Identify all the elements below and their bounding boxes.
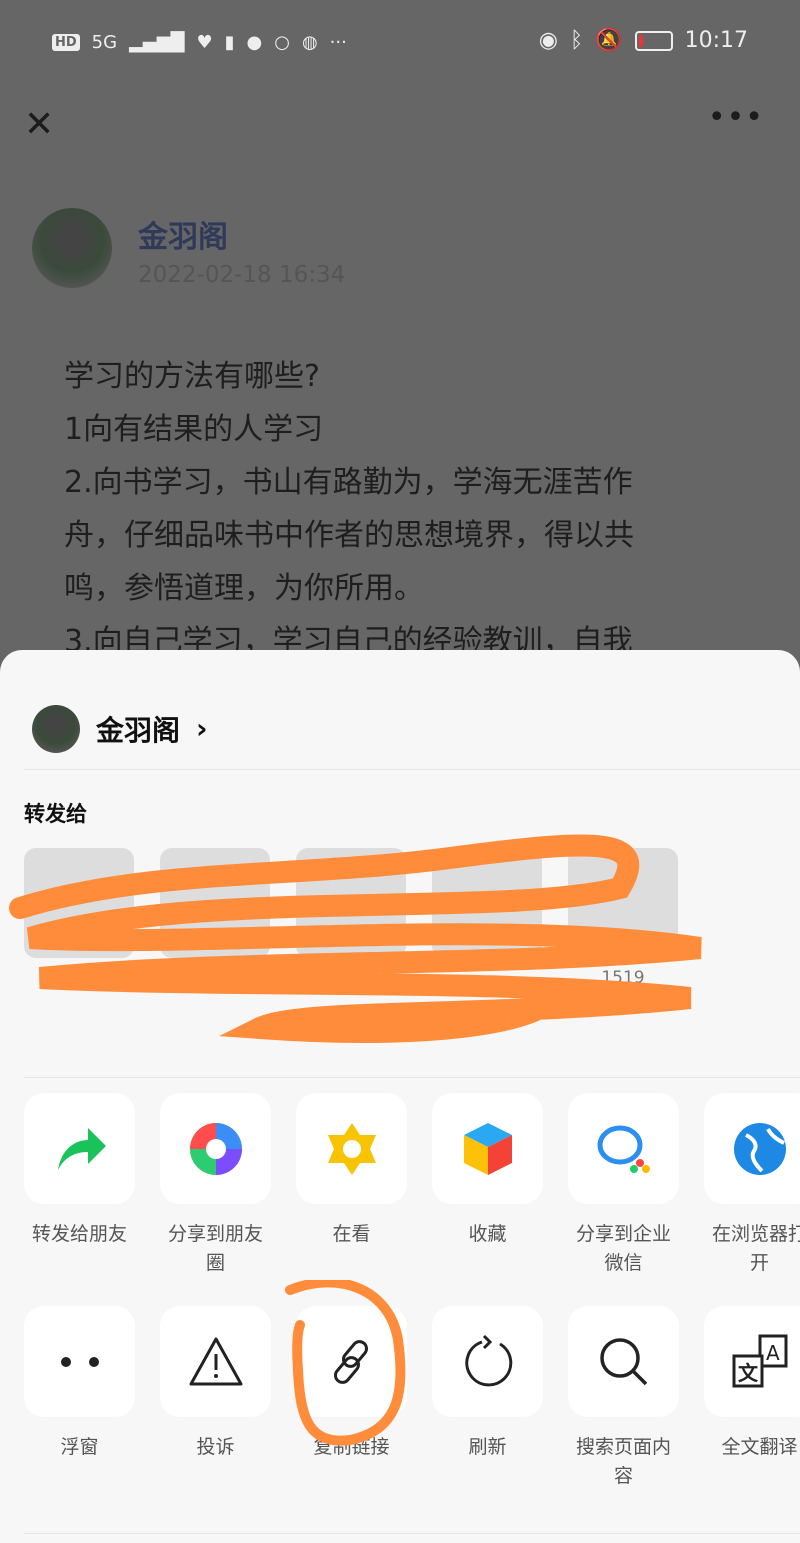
forward-arrow-icon: [24, 1093, 135, 1204]
wow-icon: [296, 1093, 407, 1204]
status-bar: HD 5G ▂▄▆█ ♥ ▮ ● ○ ◍ ··· ◉ ᛒ 🔕 10:17: [0, 28, 800, 64]
action-moments[interactable]: 分享到朋友圈: [160, 1093, 271, 1278]
more-notifications: ···: [329, 32, 347, 53]
svg-text:A: A: [766, 1341, 780, 1365]
article-body: 学习的方法有哪些? 1向有结果的人学习 2.向书学习，书山有路勤为，学海无涯苦作…: [64, 350, 744, 668]
refresh-icon: [432, 1306, 543, 1417]
article-line: 1向有结果的人学习: [64, 412, 324, 447]
action-label: 在看: [332, 1223, 371, 1245]
browser-globe-icon: [704, 1093, 800, 1204]
network-type: 5G: [91, 32, 118, 53]
chevron-right-icon: ›: [196, 712, 208, 745]
article-line: 舟，仔细品味书中作者的思想境界，得以共: [64, 518, 634, 553]
article-line: 学习的方法有哪些?: [64, 359, 320, 394]
action-refresh[interactable]: 刷新: [432, 1306, 543, 1491]
action-label: 在浏览器打开: [711, 1223, 800, 1274]
action-label: 搜索页面内容: [575, 1436, 671, 1487]
action-open-browser[interactable]: 在浏览器打开: [704, 1093, 800, 1278]
action-complain[interactable]: 投诉: [160, 1306, 271, 1491]
browser-icon: ◍: [301, 32, 318, 53]
signal-icon: ▂▄▆█: [129, 32, 185, 53]
action-translate[interactable]: A 文全文翻译: [704, 1306, 800, 1491]
action-forward[interactable]: 转发给朋友: [24, 1093, 135, 1278]
battery-alert-icon: ▮: [224, 32, 235, 53]
eye-icon: ◉: [538, 28, 558, 53]
close-icon[interactable]: ✕: [24, 104, 54, 145]
translate-icon: A文: [704, 1306, 800, 1417]
divider: [24, 1533, 800, 1534]
action-label: 分享到企业微信: [575, 1223, 671, 1274]
author-block: 金羽阁 2022-02-18 16:34: [32, 208, 345, 288]
article-line: 鸣，参悟道理，为你所用。: [64, 571, 424, 606]
more-icon[interactable]: •••: [708, 100, 764, 135]
bluetooth-icon: ᛒ: [569, 28, 584, 53]
contact-list[interactable]: 1519 0352772: [9, 828, 800, 1078]
action-favorites[interactable]: 收藏: [432, 1093, 543, 1278]
hd-icon: HD: [52, 34, 80, 51]
action-wow[interactable]: 在看: [296, 1093, 407, 1278]
action-label: 浮窗: [60, 1436, 99, 1458]
wecom-icon: [568, 1093, 679, 1204]
avatar[interactable]: [32, 208, 112, 288]
share-actions-row-1: 转发给朋友 分享到朋友圈 在看 收藏 分享到企业微信 在浏览器打开: [24, 1093, 800, 1278]
clock: 10:17: [684, 28, 748, 53]
action-wecom[interactable]: 分享到企业微信: [568, 1093, 679, 1278]
favorites-cube-icon: [432, 1093, 543, 1204]
search-icon: [568, 1306, 679, 1417]
action-label: 转发给朋友: [31, 1223, 127, 1245]
qq-icon: ●: [246, 32, 263, 53]
author-name[interactable]: 金羽阁: [138, 212, 345, 256]
action-label: 全文翻译: [721, 1436, 798, 1458]
annotation-circle: [285, 1280, 406, 1446]
account-avatar: [32, 704, 80, 753]
health-icon: ♥: [196, 32, 213, 53]
mute-icon: 🔕: [595, 28, 623, 53]
forward-to-heading: 转发给: [24, 802, 87, 826]
action-search-page[interactable]: 搜索页面内容: [568, 1306, 679, 1491]
redaction-scribble: [9, 834, 702, 1043]
action-label: 分享到朋友圈: [167, 1223, 263, 1274]
account-row[interactable]: 金羽阁 ›: [24, 650, 800, 770]
article-line: 2.向书学习，书山有路勤为，学海无涯苦作: [64, 465, 633, 500]
action-label: 投诉: [196, 1436, 235, 1458]
svg-text:文: 文: [738, 1361, 759, 1385]
share-sheet: 金羽阁 › 转发给 1519 0352772 转发给朋友 分享到朋友圈 在看 收…: [0, 650, 800, 1543]
action-label: 刷新: [468, 1436, 507, 1458]
float-window-icon: [24, 1306, 135, 1417]
moments-icon: [160, 1093, 271, 1204]
chat-icon: ○: [274, 32, 290, 53]
account-name: 金羽阁: [96, 713, 181, 747]
action-label: 收藏: [468, 1223, 507, 1245]
action-float-window[interactable]: 浮窗: [24, 1306, 135, 1491]
post-date: 2022-02-18 16:34: [138, 262, 346, 288]
warning-icon: [160, 1306, 271, 1417]
battery-icon: [634, 30, 673, 51]
top-bar: ✕ •••: [0, 100, 800, 150]
